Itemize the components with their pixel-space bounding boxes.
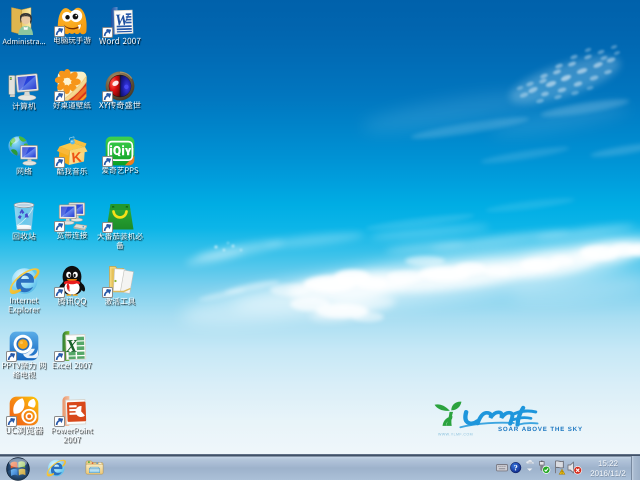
svg-text:K: K: [71, 149, 82, 166]
svg-text:?: ?: [514, 463, 518, 472]
